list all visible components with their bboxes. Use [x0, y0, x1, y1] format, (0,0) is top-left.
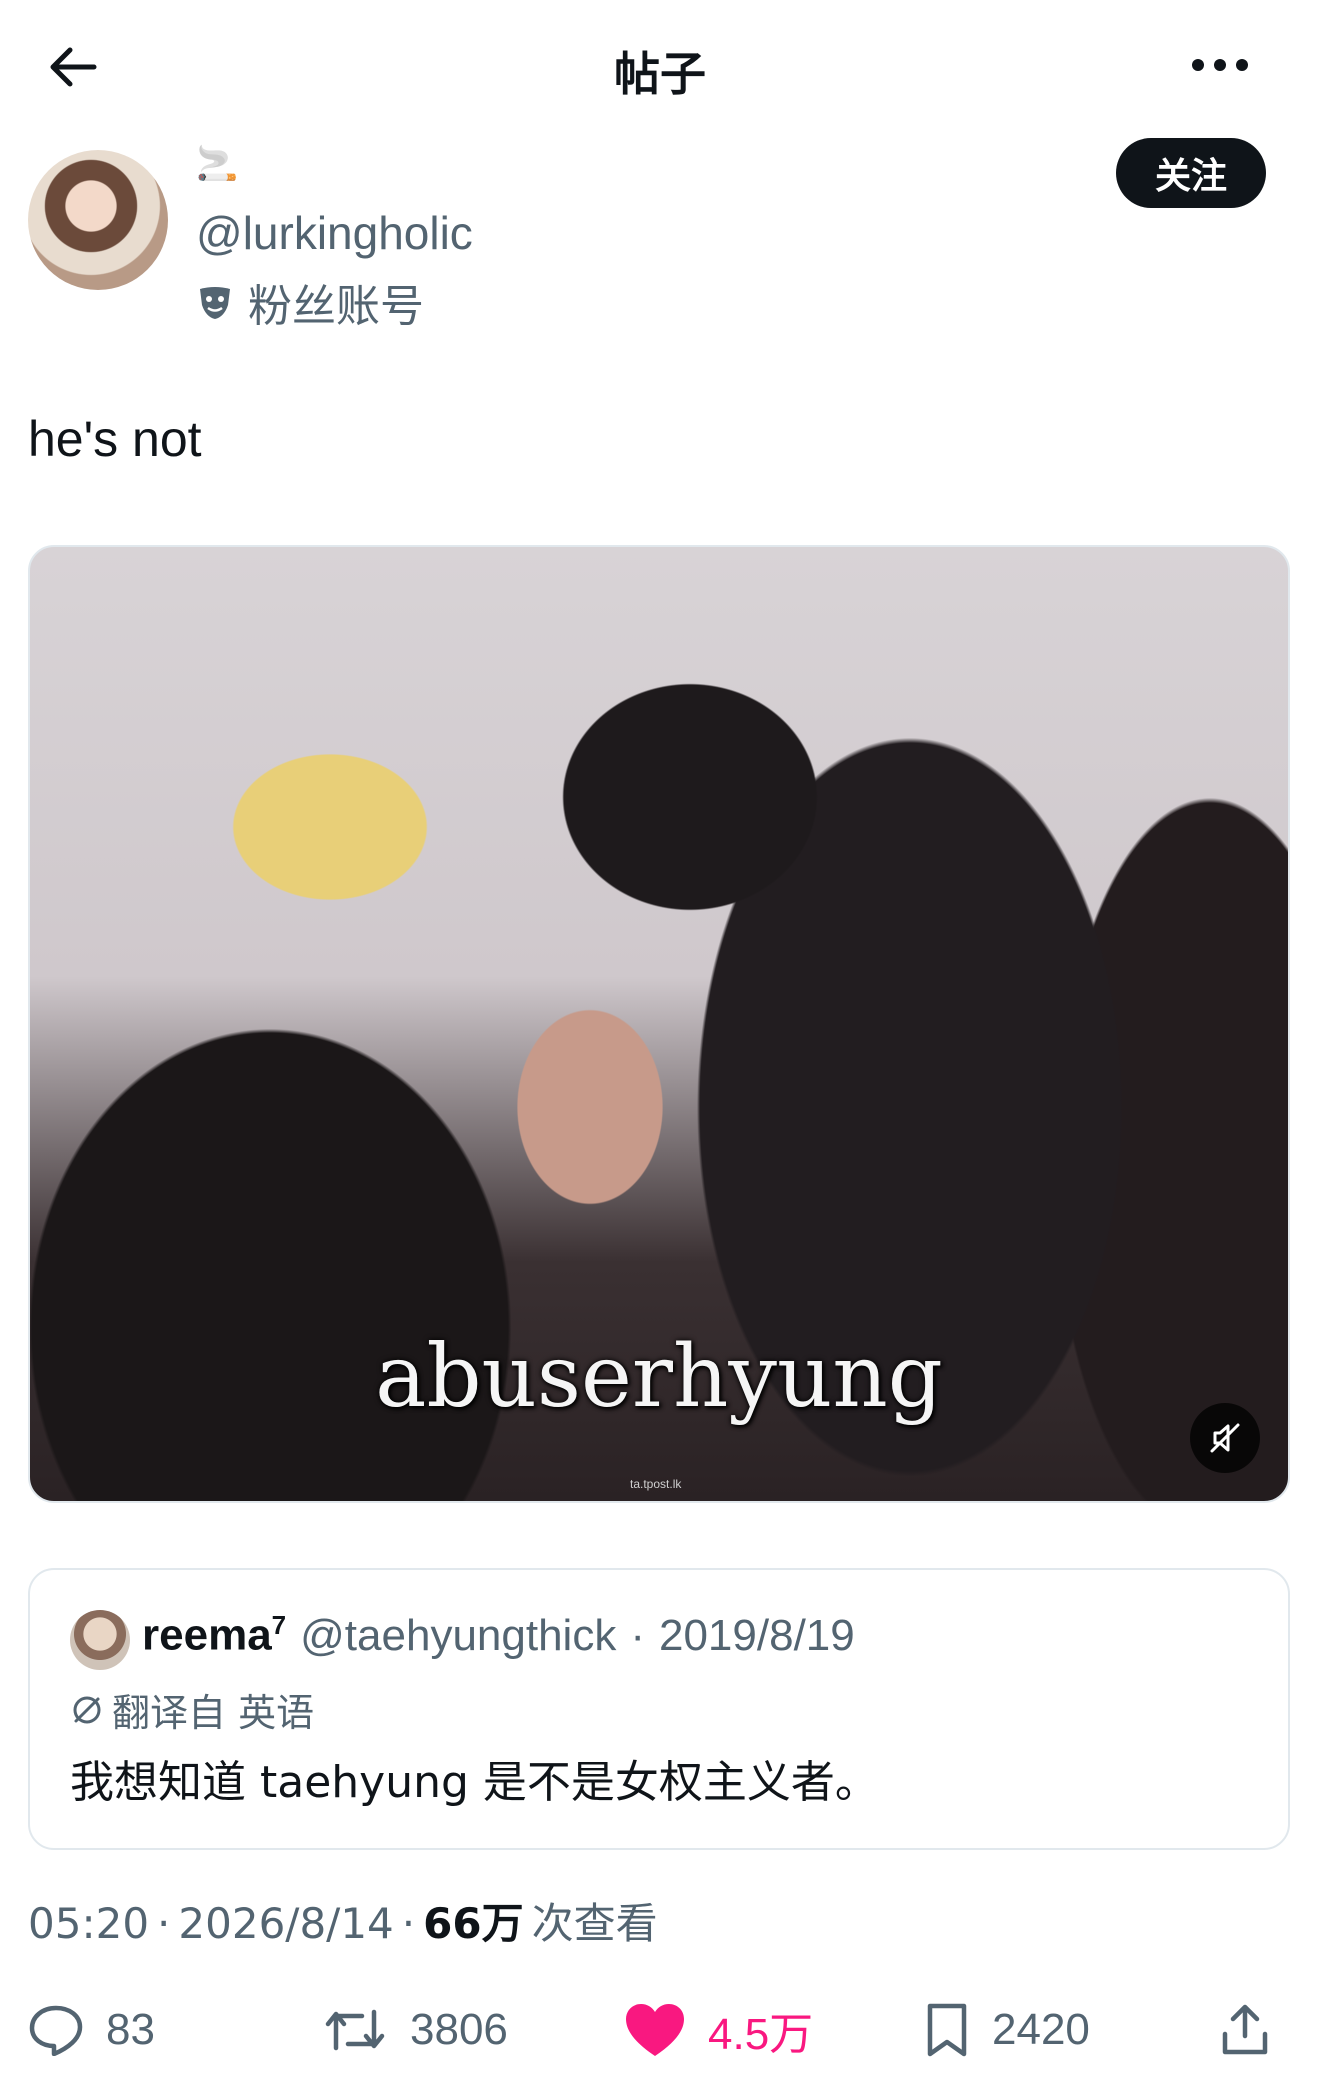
author-handle[interactable]: @lurkingholic	[196, 206, 473, 260]
separator-dot: ·	[630, 1610, 645, 1660]
muted-speaker-icon	[1210, 1423, 1240, 1453]
separator-dot: ·	[401, 1899, 416, 1948]
view-label: 次查看	[531, 1899, 658, 1948]
video-watermark: ta.tpost.lk	[630, 1477, 682, 1491]
tweet-text: he's not	[28, 411, 202, 467]
fan-account-label: 粉丝账号	[248, 281, 424, 332]
author-display-name[interactable]: 🚬	[196, 144, 238, 184]
view-count[interactable]: 66万	[423, 1890, 523, 1951]
reply-count: 83	[106, 2005, 155, 2054]
bookmark-icon	[927, 2003, 967, 2057]
separator-dot: ·	[157, 1899, 171, 1948]
page-title: 帖子	[614, 47, 706, 101]
quoted-author-name: reema7	[142, 1610, 287, 1660]
quoted-author-avatar	[70, 1610, 130, 1670]
like-button[interactable]: 4.5万	[624, 1990, 813, 2070]
more-horizontal-icon	[1192, 59, 1248, 71]
author-avatar[interactable]	[28, 150, 168, 290]
quoted-author-handle: @taehyungthick	[300, 1610, 617, 1660]
quoted-tweet-date: 2019/8/19	[658, 1610, 855, 1660]
reply-icon	[29, 2005, 83, 2056]
quoted-tweet-header: reema7 @taehyungthick · 2019/8/19	[142, 1610, 855, 1661]
translation-note: 翻译自 英语	[70, 1682, 314, 1737]
reply-button[interactable]: 83	[28, 1990, 155, 2070]
mask-icon	[200, 287, 230, 319]
tweet-video[interactable]: abuserhyung ta.tpost.lk	[28, 545, 1290, 1503]
follow-button[interactable]: 关注	[1116, 138, 1266, 208]
quoted-tweet[interactable]: reema7 @taehyungthick · 2019/8/19 翻译自 英语…	[28, 1568, 1290, 1850]
translation-label: 翻译自 英语	[112, 1691, 315, 1735]
top-bar: 帖子	[0, 0, 1320, 130]
retweet-icon	[325, 2009, 385, 2051]
share-button[interactable]	[1220, 1990, 1270, 2070]
more-options-button[interactable]	[1180, 40, 1260, 90]
translate-icon	[73, 1696, 101, 1723]
retweet-button[interactable]: 3806	[322, 1990, 508, 2070]
action-bar: 83 3806 4.5万 2420	[0, 1990, 1320, 2070]
retweet-count: 3806	[410, 2005, 508, 2054]
like-count: 4.5万	[708, 2010, 814, 2059]
tweet-meta: 05:20 · 2026/8/14 · 66万 次查看	[28, 1890, 658, 1951]
quoted-tweet-text: 我想知道 taehyung 是不是女权主义者。	[70, 1757, 879, 1808]
fan-account-badge: 粉丝账号	[196, 270, 424, 334]
heart-filled-icon	[626, 2004, 684, 2056]
video-caption: abuserhyung	[375, 1327, 943, 1427]
share-icon	[1222, 2004, 1268, 2055]
unmute-button[interactable]	[1190, 1403, 1260, 1473]
tweet-time: 05:20	[28, 1899, 150, 1948]
bookmark-button[interactable]: 2420	[924, 1990, 1090, 2070]
bookmark-count: 2420	[992, 2005, 1090, 2054]
tweet-date: 2026/8/14	[178, 1899, 394, 1948]
